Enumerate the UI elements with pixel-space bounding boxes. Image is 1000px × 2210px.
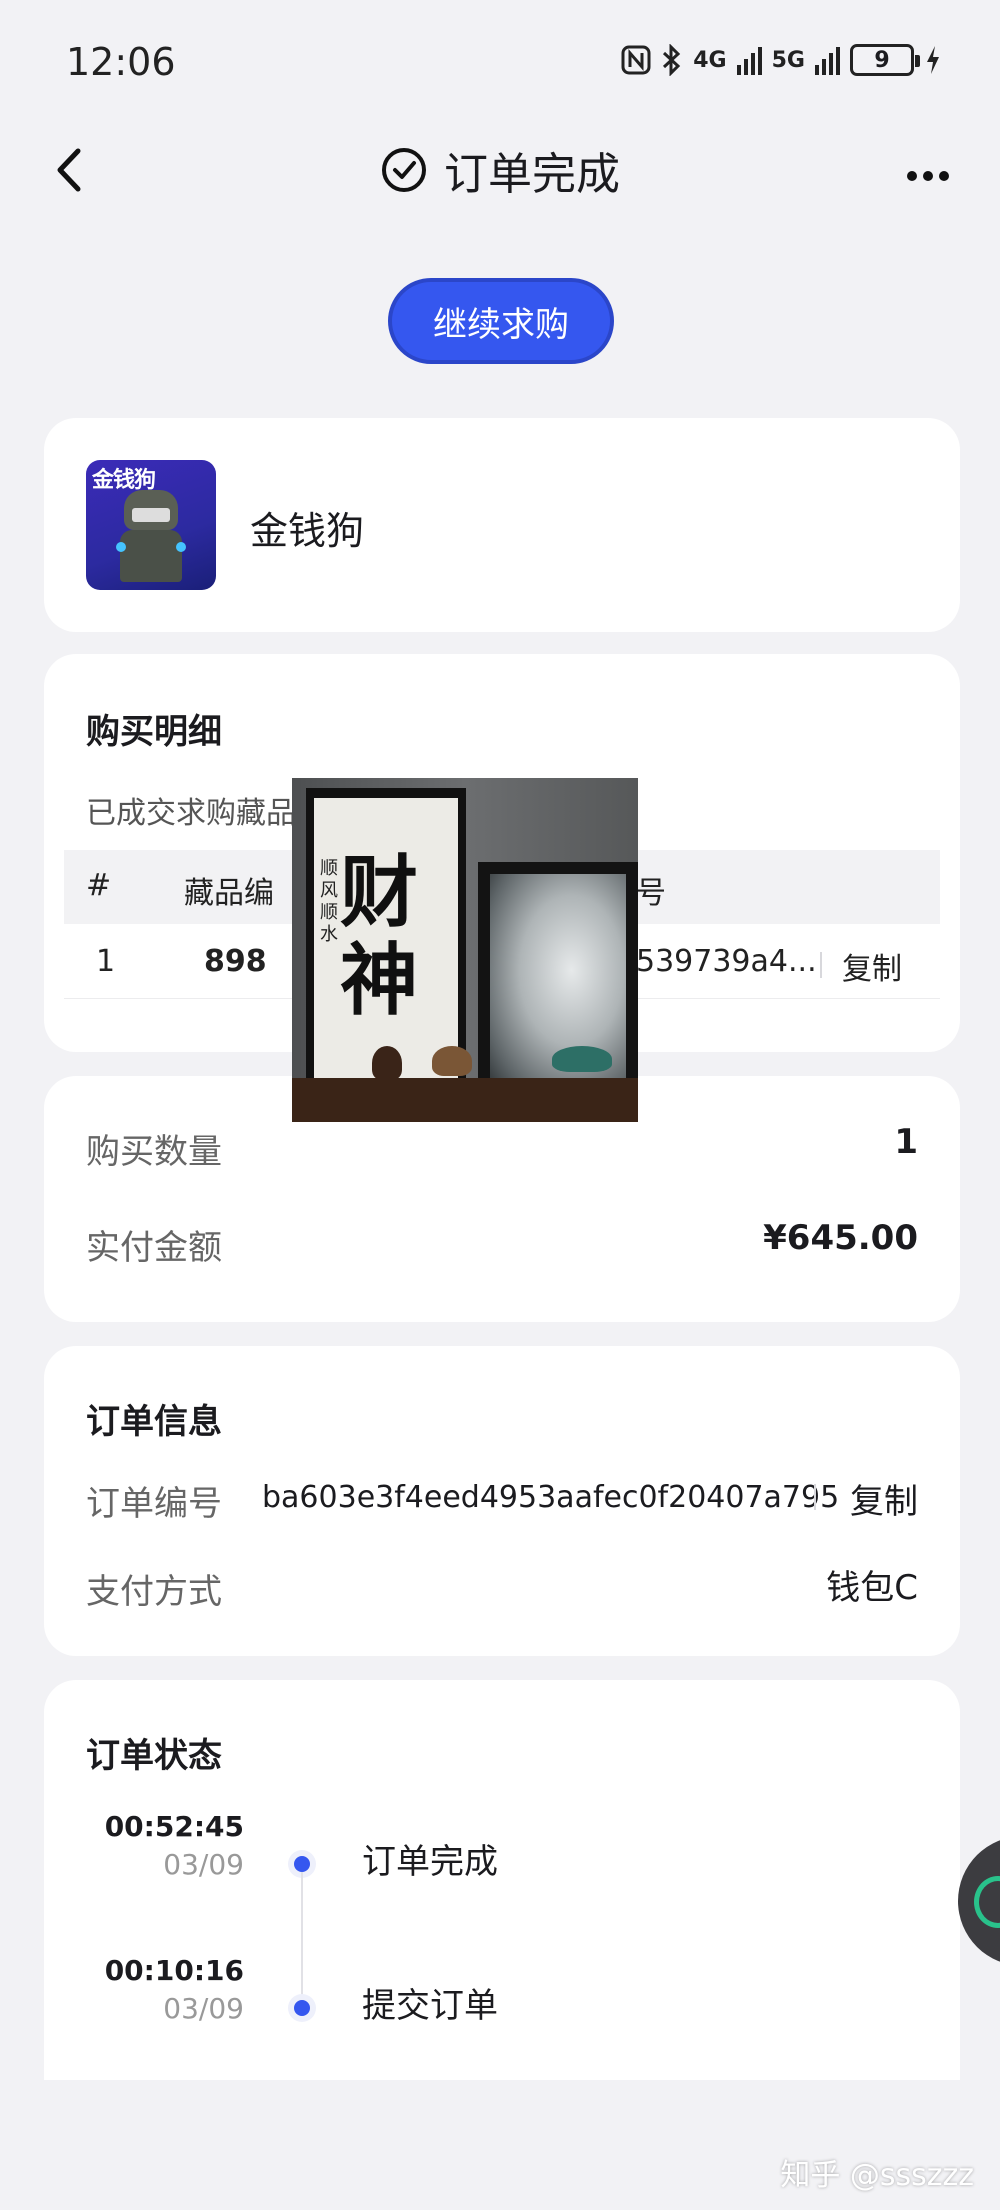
- order-info-card: 订单信息 订单编号 ba603e3f4eed4953aafec0f20407a7…: [44, 1346, 960, 1656]
- calligraphy-character: 神: [340, 935, 419, 1026]
- column-header-hash: 号: [636, 876, 666, 911]
- status-bar: 12:06 4G 5G 9: [0, 0, 1000, 120]
- status-time: 12:06: [66, 40, 176, 84]
- nav-bar: 订单完成: [0, 120, 1000, 220]
- nfc-icon: [621, 45, 651, 75]
- page-title: 订单完成: [444, 149, 620, 200]
- order-status-card: 订单状态 00:52:45 03/09 订单完成 00:10:16 03/09 …: [44, 1680, 960, 2080]
- row-index: 1: [96, 944, 116, 979]
- purchase-detail-subtitle: 已成交求购藏品: [86, 796, 296, 831]
- purchase-detail-title: 购买明细: [86, 712, 222, 752]
- signal-4g-icon: [736, 45, 762, 75]
- charging-icon: [927, 46, 939, 74]
- order-status-title: 订单状态: [86, 1736, 222, 1776]
- payment-method-value: 钱包C: [826, 1568, 918, 1608]
- event-label: 订单完成: [362, 1842, 498, 1882]
- more-dots-icon: [907, 171, 949, 181]
- calligraphy-small-text: 顺风顺水: [320, 858, 338, 945]
- floating-side-button[interactable]: [958, 1836, 1000, 1966]
- event-time: 00:52:45: [104, 1810, 244, 1843]
- row-item-no: 898: [204, 944, 267, 979]
- quantity-label: 购买数量: [86, 1132, 222, 1172]
- event-date: 03/09: [163, 1848, 244, 1881]
- event-label: 提交订单: [362, 1986, 498, 2026]
- event-date: 03/09: [163, 1992, 244, 2025]
- ring-icon: [974, 1876, 1000, 1928]
- order-number-label: 订单编号: [86, 1484, 222, 1524]
- timeline-dot: [294, 2000, 310, 2016]
- battery-icon: 9: [850, 44, 920, 76]
- watermark: 知乎 @ssszzz: [780, 2158, 974, 2193]
- row-hash: 539739a4...: [636, 944, 817, 979]
- amount-label: 实付金额: [86, 1228, 222, 1268]
- product-thumbnail: 金钱狗: [86, 460, 216, 590]
- order-number-value: ba603e3f4eed4953aafec0f20407a795: [262, 1480, 840, 1515]
- battery-level: 9: [874, 47, 890, 73]
- quantity-value: 1: [894, 1122, 918, 1162]
- more-button[interactable]: [906, 146, 950, 192]
- check-circle-icon: [382, 148, 426, 192]
- status-icons: 4G 5G 9: [621, 44, 942, 76]
- product-name: 金钱狗: [250, 509, 365, 553]
- timeline-line: [301, 1872, 303, 2020]
- product-card[interactable]: 金钱狗 金钱狗: [44, 418, 960, 632]
- order-info-title: 订单信息: [86, 1402, 222, 1442]
- network-4g-label: 4G: [693, 47, 727, 73]
- timeline-dot: [294, 1856, 310, 1872]
- payment-method-label: 支付方式: [86, 1572, 222, 1612]
- network-5g-label: 5G: [771, 47, 805, 73]
- row-copy-button[interactable]: 复制: [842, 944, 902, 988]
- column-header-item-no: 藏品编: [184, 876, 274, 911]
- nav-title-group: 订单完成: [0, 138, 1000, 202]
- copy-order-number-button[interactable]: 复制: [850, 1474, 918, 1523]
- signal-5g-icon: [815, 45, 840, 75]
- continue-buy-button[interactable]: 继续求购: [388, 278, 614, 364]
- column-header-index: #: [86, 868, 112, 903]
- event-time: 00:10:16: [104, 1954, 244, 1987]
- overlay-photo: 财 神 顺风顺水: [292, 778, 638, 1122]
- amount-value: ¥645.00: [763, 1218, 918, 1258]
- bluetooth-icon: [663, 44, 681, 76]
